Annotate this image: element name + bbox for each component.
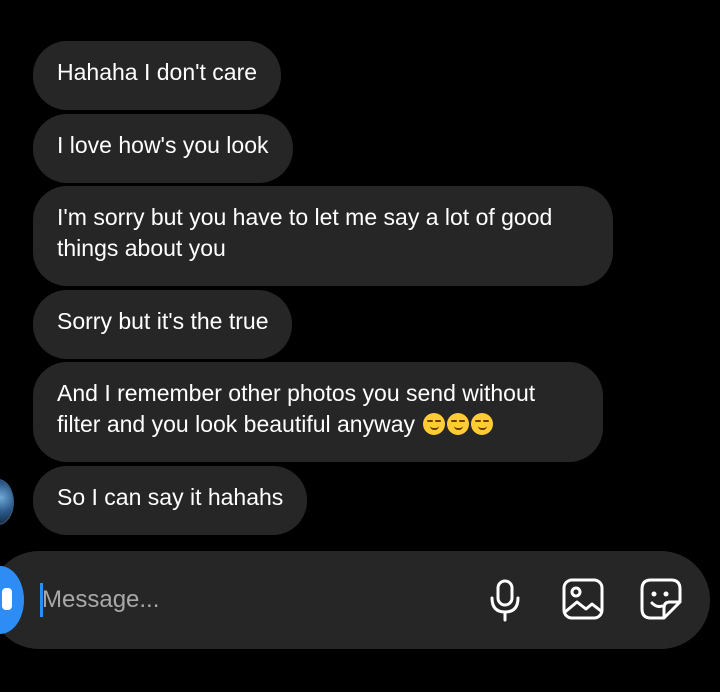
sticker-icon[interactable]: [638, 576, 684, 624]
message-text: Hahaha I don't care: [57, 59, 258, 85]
message-bubble[interactable]: Sorry but it's the true: [33, 290, 293, 359]
message-bubble[interactable]: Hahaha I don't care: [33, 41, 282, 110]
message-thread: Hahaha I don't care I love how's you loo…: [0, 0, 720, 540]
message-bubble[interactable]: I'm sorry but you have to let me say a l…: [33, 186, 613, 286]
microphone-icon[interactable]: [483, 576, 529, 624]
smirk-emoji-icon: [447, 413, 470, 435]
gallery-icon[interactable]: [560, 576, 606, 624]
message-text: I love how's you look: [57, 132, 269, 158]
smirk-emoji-icon: [423, 413, 446, 435]
message-input[interactable]: [42, 580, 462, 620]
smirk-emoji-icon: [471, 413, 494, 435]
message-bubble[interactable]: I love how's you look: [33, 114, 293, 183]
message-text: Sorry but it's the true: [57, 308, 269, 334]
message-bubble[interactable]: So I can say it hahahs: [33, 466, 308, 535]
message-text: I'm sorry but you have to let me say a l…: [57, 204, 553, 261]
message-bubble[interactable]: And I remember other photos you send wit…: [33, 362, 603, 462]
avatar[interactable]: [0, 479, 14, 525]
message-text: So I can say it hahahs: [57, 484, 284, 510]
